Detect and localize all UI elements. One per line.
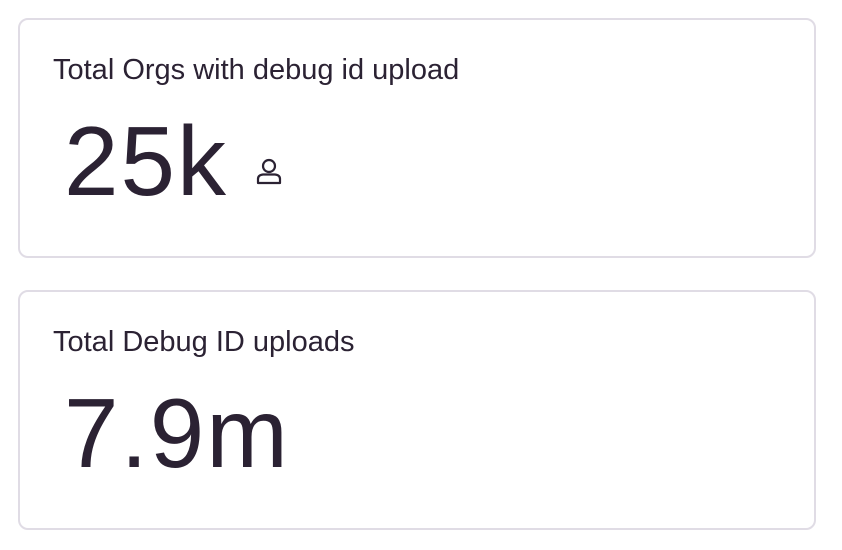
metric-value: 25k	[64, 106, 229, 216]
card-title: Total Orgs with debug id upload	[53, 54, 460, 86]
metric-card-uploads: Total Debug ID uploads 7.9m	[18, 290, 816, 530]
metric-value: 7.9m	[64, 378, 290, 488]
card-title: Total Debug ID uploads	[53, 326, 355, 358]
metric-card-orgs: Total Orgs with debug id upload 25k	[18, 18, 816, 258]
metric-value-row: 25k	[64, 112, 284, 210]
user-icon	[254, 157, 284, 187]
